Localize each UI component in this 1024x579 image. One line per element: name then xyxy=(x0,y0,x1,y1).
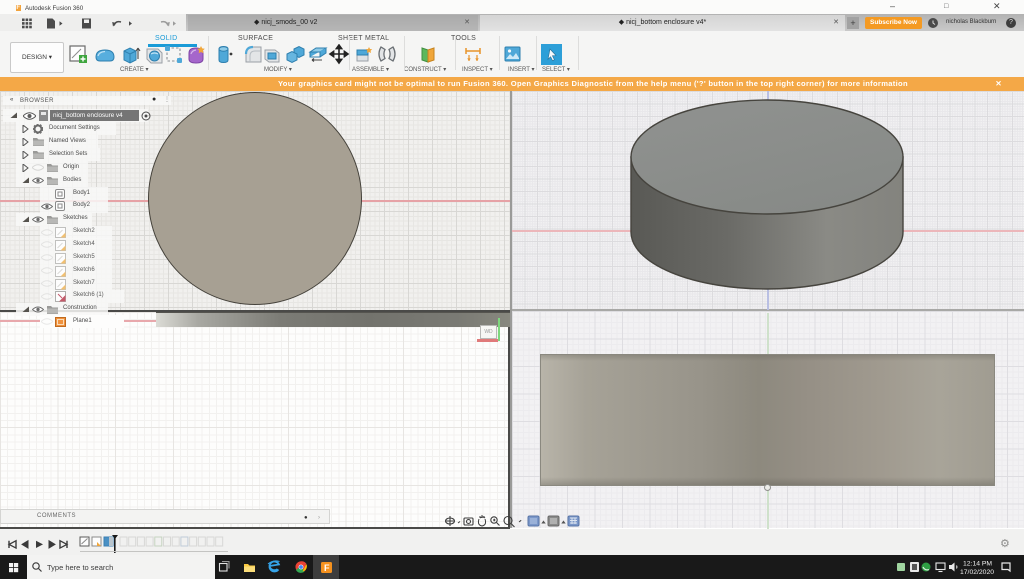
svg-text:17/02/2020: 17/02/2020 xyxy=(960,569,994,576)
svg-text:F: F xyxy=(324,563,330,573)
svg-text:12:14 PM: 12:14 PM xyxy=(963,561,992,568)
svg-text:Type here to search: Type here to search xyxy=(47,563,113,572)
